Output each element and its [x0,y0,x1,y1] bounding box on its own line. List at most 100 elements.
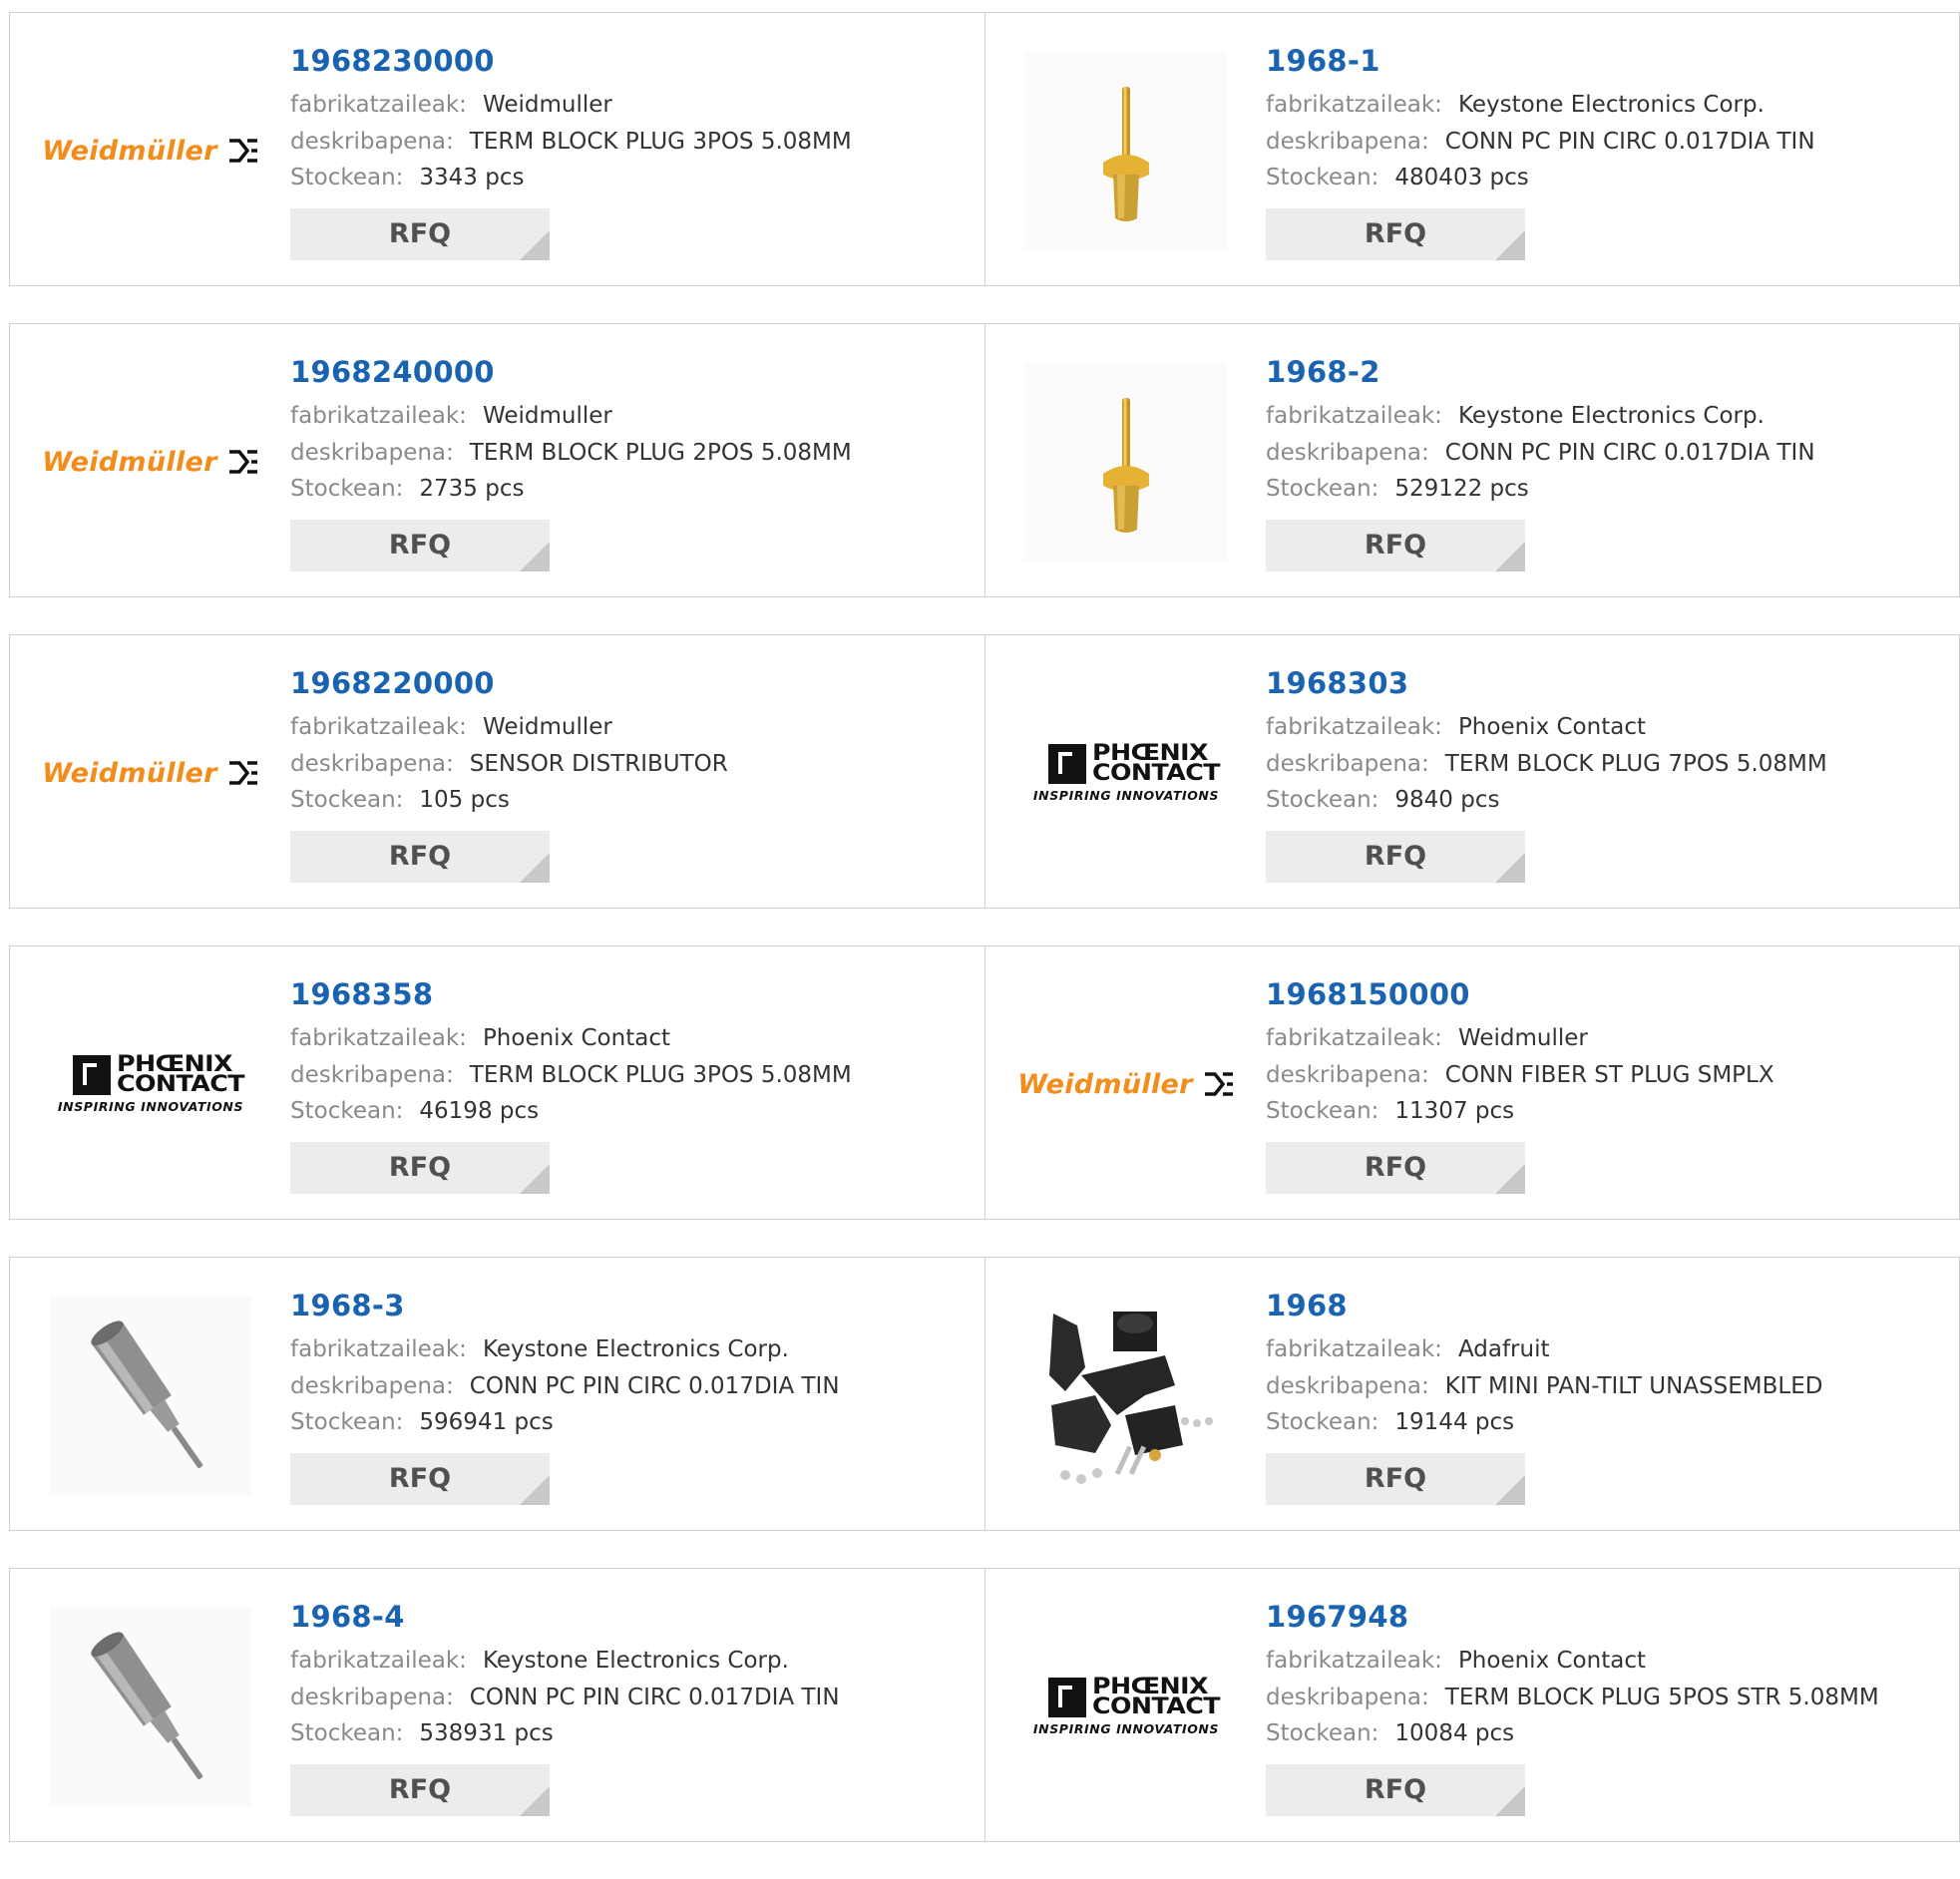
stock-label: Stockean: [1266,1098,1379,1124]
product-image[interactable] [50,1296,251,1495]
phoenix-mark-icon [1048,743,1087,784]
rfq-button[interactable]: RFQ [290,207,550,260]
rfq-button[interactable]: RFQ [1266,1141,1525,1194]
stock-value: 46198 pcs [419,1098,540,1124]
gray-pin-image [50,1296,251,1495]
part-number-link[interactable]: 1967948 [1266,1599,1949,1635]
rfq-button[interactable]: RFQ [1266,207,1525,260]
part-number-link[interactable]: 1968-3 [290,1288,975,1323]
stock-value: 9840 pcs [1394,787,1500,813]
part-number-link[interactable]: 1968303 [1266,665,1949,701]
rfq-button[interactable]: RFQ [290,1763,550,1816]
rfq-button[interactable]: RFQ [290,519,550,571]
weidmuller-symbol-icon [1204,1072,1233,1096]
rfq-corner-decoration [520,541,550,571]
rfq-corner-decoration [520,1785,550,1816]
product-row: Weidmüller 1968230000 fabrikatzaileak: We… [9,12,1960,286]
description-label: deskribapena: [290,1684,454,1710]
rfq-button[interactable]: RFQ [1266,519,1525,571]
part-number-link[interactable]: 1968-1 [1266,43,1949,79]
description-label: deskribapena: [1266,128,1429,155]
manufacturer-value: Weidmuller [482,92,612,118]
product-image[interactable]: Weidmüller [42,362,257,562]
phoenix-tagline: INSPIRING INNOVATIONS [57,1098,244,1114]
description-label: deskribapena: [1266,750,1429,777]
manufacturer-value: Keystone Electronics Corp. [1457,92,1764,118]
weidmuller-wordmark: Weidmüller [42,135,217,167]
manufacturer-label: fabrikatzaileak: [290,714,467,740]
rfq-button-label: RFQ [388,1773,452,1805]
manufacturer-line: fabrikatzaileak: Weidmuller [1266,1020,1949,1057]
description-label: deskribapena: [290,750,454,777]
manufacturer-line: fabrikatzaileak: Keystone Electronics Cor… [290,1331,975,1368]
weidmuller-logo: Weidmüller [42,758,258,789]
product-card: PHŒNIX CONTACT INSPIRING INNOVATIONS 196… [984,635,1959,908]
rfq-button[interactable]: RFQ [1266,1763,1525,1816]
description-line: deskribapena: CONN PC PIN CIRC 0.017DIA T… [1266,124,1949,161]
product-card: PHŒNIX CONTACT INSPIRING INNOVATIONS 196… [984,1569,1959,1841]
phoenix-contact-logo: PHŒNIX CONTACT INSPIRING INNOVATIONS [57,1053,245,1114]
product-image[interactable]: PHŒNIX CONTACT INSPIRING INNOVATIONS [50,984,251,1184]
product-image[interactable] [1025,362,1227,562]
description-line: deskribapena: KIT MINI PAN-TILT UNASSEMBL… [1266,1368,1949,1405]
product-card: 1968-3 fabrikatzaileak: Keystone Electron… [10,1258,984,1530]
manufacturer-line: fabrikatzaileak: Keystone Electronics Cor… [1266,398,1949,435]
rfq-button-label: RFQ [388,217,452,249]
description-value: TERM BLOCK PLUG 3POS 5.08MM [469,128,852,155]
rfq-corner-decoration [1495,852,1525,883]
phoenix-wordmark-line2: CONTACT [117,1071,245,1097]
product-image[interactable]: PHŒNIX CONTACT INSPIRING INNOVATIONS [1025,1607,1227,1806]
rfq-button[interactable]: RFQ [1266,1452,1525,1505]
stock-line: Stockean: 19144 pcs [1266,1404,1949,1441]
part-number-link[interactable]: 1968240000 [290,354,975,390]
weidmuller-symbol-icon [228,450,257,474]
stock-label: Stockean: [290,1720,404,1746]
product-image[interactable]: Weidmüller [42,673,257,873]
stock-value: 3343 pcs [419,165,525,190]
manufacturer-line: fabrikatzaileak: Keystone Electronics Cor… [290,1643,975,1680]
product-row: 1968-3 fabrikatzaileak: Keystone Electron… [9,1257,1960,1531]
part-number-link[interactable]: 1968-2 [1266,354,1949,390]
rfq-corner-decoration [1495,1163,1525,1194]
rfq-button[interactable]: RFQ [290,1141,550,1194]
weidmuller-wordmark: Weidmüller [42,446,217,478]
manufacturer-line: fabrikatzaileak: Adafruit [1266,1331,1949,1368]
product-image[interactable]: PHŒNIX CONTACT INSPIRING INNOVATIONS [1025,673,1227,873]
product-image[interactable] [1025,51,1227,250]
gold-pin-image [1025,362,1227,562]
phoenix-wordmark-line2: CONTACT [1092,1693,1221,1719]
manufacturer-line: fabrikatzaileak: Phoenix Contact [1266,709,1949,746]
stock-value: 19144 pcs [1394,1409,1515,1435]
stock-line: Stockean: 529122 pcs [1266,471,1949,508]
description-label: deskribapena: [290,439,454,466]
rfq-button[interactable]: RFQ [290,1452,550,1505]
product-image[interactable]: Weidmüller [42,51,257,250]
product-image[interactable] [50,1607,251,1806]
part-number-link[interactable]: 1968358 [290,976,975,1012]
rfq-button[interactable]: RFQ [1266,830,1525,883]
part-number-link[interactable]: 1968 [1266,1288,1949,1323]
manufacturer-label: fabrikatzaileak: [1266,403,1442,429]
rfq-button[interactable]: RFQ [290,830,550,883]
stock-line: Stockean: 11307 pcs [1266,1093,1949,1130]
description-label: deskribapena: [1266,439,1429,466]
rfq-button-label: RFQ [1364,1773,1427,1805]
manufacturer-line: fabrikatzaileak: Keystone Electronics Cor… [1266,87,1949,124]
part-number-link[interactable]: 1968220000 [290,665,975,701]
description-value: CONN PC PIN CIRC 0.017DIA TIN [469,1372,840,1399]
rfq-button-label: RFQ [388,840,452,872]
product-image[interactable]: Weidmüller [1017,984,1233,1184]
description-label: deskribapena: [1266,1372,1429,1399]
manufacturer-label: fabrikatzaileak: [1266,1025,1442,1051]
manufacturer-label: fabrikatzaileak: [1266,92,1442,118]
stock-line: Stockean: 46198 pcs [290,1093,975,1130]
part-number-link[interactable]: 1968150000 [1266,976,1949,1012]
rfq-button-label: RFQ [1364,529,1427,561]
product-image[interactable] [1025,1296,1227,1495]
part-number-link[interactable]: 1968230000 [290,43,975,79]
product-row: PHŒNIX CONTACT INSPIRING INNOVATIONS 196… [9,945,1960,1220]
part-number-link[interactable]: 1968-4 [290,1599,975,1635]
rfq-button-label: RFQ [388,1462,452,1494]
manufacturer-value: Adafruit [1457,1336,1550,1362]
manufacturer-line: fabrikatzaileak: Weidmuller [290,398,975,435]
